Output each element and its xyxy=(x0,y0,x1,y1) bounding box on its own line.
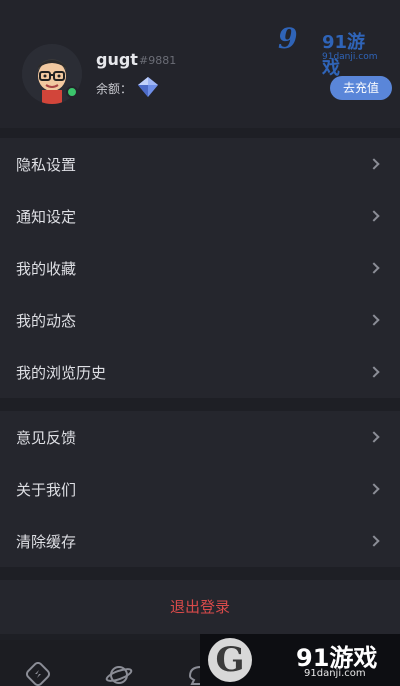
chevron-right-icon xyxy=(368,314,380,326)
menu-item-clear-cache[interactable]: 清除缓存 xyxy=(0,515,400,567)
chevron-right-icon xyxy=(368,366,380,378)
menu-item-about[interactable]: 关于我们 xyxy=(0,463,400,515)
menu-group-settings: 隐私设置 通知设定 我的收藏 我的动态 我的浏览历史 xyxy=(0,138,400,398)
online-status-dot xyxy=(66,86,78,98)
chevron-right-icon xyxy=(368,262,380,274)
menu-item-notifications[interactable]: 通知设定 xyxy=(0,190,400,242)
menu-item-label: 隐私设置 xyxy=(16,155,77,174)
watermark-logo: 9 91游戏 91danji.com xyxy=(278,22,378,79)
chevron-right-icon xyxy=(368,210,380,222)
planet-tab-icon[interactable] xyxy=(104,662,134,686)
chevron-right-icon xyxy=(368,158,380,170)
menu-item-label: 通知设定 xyxy=(16,207,77,226)
chevron-right-icon xyxy=(368,483,380,495)
menu-group-misc: 意见反馈 关于我们 清除缓存 xyxy=(0,411,400,567)
username: gugt xyxy=(96,50,138,69)
watermark-g-logo: G xyxy=(208,638,252,682)
menu-item-label: 我的收藏 xyxy=(16,259,77,278)
chevron-right-icon xyxy=(368,535,380,547)
balance-label: 余额： xyxy=(96,82,133,96)
profile-header: gugt #9881 余额： 去充值 9 91游戏 91danji.com xyxy=(0,0,400,128)
menu-item-activity[interactable]: 我的动态 xyxy=(0,294,400,346)
menu-item-favorites[interactable]: 我的收藏 xyxy=(0,242,400,294)
home-tab-icon[interactable] xyxy=(24,662,54,686)
chevron-right-icon xyxy=(368,431,380,443)
avatar-container[interactable] xyxy=(22,44,82,104)
watermark-url: 91danji.com xyxy=(304,668,366,679)
menu-item-label: 意见反馈 xyxy=(16,428,77,447)
diamond-icon xyxy=(138,77,158,97)
menu-item-label: 清除缓存 xyxy=(16,532,77,551)
menu-item-feedback[interactable]: 意见反馈 xyxy=(0,411,400,463)
menu-item-history[interactable]: 我的浏览历史 xyxy=(0,346,400,398)
menu-item-label: 关于我们 xyxy=(16,480,77,499)
logout-button[interactable]: 退出登录 xyxy=(0,580,400,634)
watermark-banner: G 91游戏 91danji.com xyxy=(200,634,400,686)
menu-item-label: 我的动态 xyxy=(16,311,77,330)
menu-item-label: 我的浏览历史 xyxy=(16,363,107,382)
user-id: #9881 xyxy=(139,54,177,67)
menu-item-privacy[interactable]: 隐私设置 xyxy=(0,138,400,190)
